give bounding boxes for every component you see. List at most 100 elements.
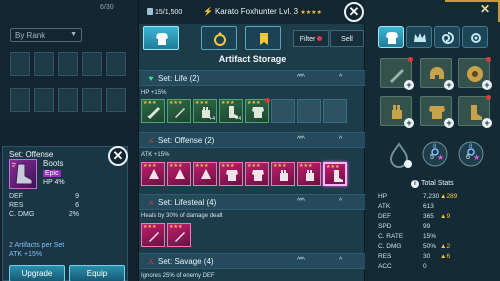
bolt-icon: ⚡: [203, 7, 213, 16]
armor-icon: [156, 33, 168, 45]
collapse-icon[interactable]: ^: [339, 198, 342, 205]
set-header-savage[interactable]: ⚔ Set: Savage (4) ^^^ ^: [139, 253, 366, 269]
sort-icon[interactable]: ^^^: [297, 74, 305, 81]
storage-close-button[interactable]: ✕: [344, 2, 364, 22]
set-header-life[interactable]: ♥ Set: Life (2) ^^^ ^: [139, 70, 366, 86]
artifact-slot[interactable]: ★★★ +4: [193, 99, 217, 123]
collapse-icon[interactable]: ^: [339, 257, 342, 264]
stat-bonus: ▲2: [440, 243, 451, 250]
gloves-slot[interactable]: +: [380, 96, 414, 128]
set-bonus-text: ATK +15%: [141, 152, 170, 158]
stat-value: 0: [423, 263, 427, 270]
filter-button[interactable]: Filter: [293, 30, 329, 47]
boots-slot[interactable]: +: [458, 95, 492, 128]
background-champion-slot[interactable]: [82, 52, 102, 76]
frame-corner: [445, 0, 500, 22]
artifact-slot[interactable]: ★★★: [141, 99, 165, 123]
tab-ring[interactable]: [201, 26, 237, 50]
set-name-text: Set: Offense (2): [158, 136, 215, 145]
artifact-slot[interactable]: ★★★: [167, 223, 191, 247]
artifact-slot[interactable]: ★★★: [167, 162, 191, 186]
artifact-slot[interactable]: ★★★: [141, 162, 165, 186]
weapon-slot[interactable]: +: [380, 57, 414, 90]
card-close-button[interactable]: ✕: [108, 146, 128, 166]
collapse-icon[interactable]: ^: [339, 136, 342, 143]
background-champion-slot[interactable]: [10, 88, 30, 112]
background-champion-slot[interactable]: [106, 88, 126, 112]
alert-dot-icon: [265, 98, 270, 103]
tab-banner[interactable]: [245, 26, 281, 50]
background-champion-slot[interactable]: [34, 88, 54, 112]
background-champion-slot[interactable]: [82, 88, 102, 112]
set-header-offense[interactable]: ⚔ Set: Offense (2) ^^^ ^: [139, 132, 366, 148]
helmet-icon: [175, 169, 185, 179]
champion-label: ⚡ Karato Foxhunter Lvl. 3 ★★★★: [203, 7, 322, 16]
stat-row: SPD 99: [378, 223, 458, 230]
selected-artifact-slot[interactable]: ★★★: [323, 162, 347, 186]
artifact-slot[interactable]: ★★★: [167, 99, 191, 123]
stat-row: ACC 0: [378, 263, 458, 270]
accessory-slot[interactable]: [384, 140, 414, 170]
chestplate-slot[interactable]: +: [420, 96, 454, 128]
artifact-slot[interactable]: ★★★ +4: [219, 99, 243, 123]
sort-icon[interactable]: ^^^: [297, 257, 305, 264]
sell-button[interactable]: Sell: [330, 30, 364, 47]
artifact-slot[interactable]: ★★★: [219, 162, 243, 186]
set-requirement-note: 2 Artifacts per Set: [9, 242, 65, 249]
tab-skills[interactable]: [434, 26, 460, 48]
stat-name: SPD: [378, 223, 392, 230]
collapse-icon[interactable]: ^: [339, 74, 342, 81]
storage-count: 15/1,500: [147, 8, 182, 16]
artifact-slot[interactable]: ★★★: [271, 162, 295, 186]
card-item-name: Boots: [43, 159, 64, 168]
sort-icon[interactable]: ^^^: [297, 198, 305, 205]
background-champion-slot[interactable]: [58, 88, 78, 112]
stat-row: DEF 365 ▲9: [378, 213, 458, 220]
background-champion-slot[interactable]: [34, 52, 54, 76]
stat-name: C. DMG: [378, 243, 402, 250]
tab-armor[interactable]: [143, 26, 179, 50]
alert-dot-icon: [486, 57, 491, 62]
artifact-slot[interactable]: ★★★: [297, 162, 321, 186]
artifact-slot[interactable]: ★★★: [245, 98, 270, 123]
tab-settings[interactable]: [462, 26, 488, 48]
set-bonus-text: Heals by 30% of damage dealt: [141, 213, 223, 219]
sword-icon: ⚔: [147, 136, 155, 145]
stat-name: ACC: [378, 263, 392, 270]
rarity-badge: Epic: [43, 170, 61, 177]
banner-slot[interactable]: 6 ★ 8: [456, 140, 486, 170]
stat-bonus: ▲9: [440, 213, 451, 220]
sort-icon[interactable]: ^^^: [297, 136, 305, 143]
stat-row: C. DMG 50% ▲2: [378, 243, 458, 250]
empty-artifact-slot[interactable]: [297, 99, 321, 123]
total-stats-header[interactable]: i Total Stats: [411, 180, 454, 188]
empty-artifact-slot[interactable]: [323, 99, 347, 123]
sword-icon: ⚔: [147, 198, 155, 207]
artifact-slot[interactable]: ★★★: [141, 223, 165, 247]
helmet-icon: [149, 169, 159, 179]
set-header-lifesteal[interactable]: ⚔ Set: Lifesteal (4) ^^^ ^: [139, 194, 366, 210]
ring-icon: [214, 32, 226, 46]
tab-masteries[interactable]: [406, 26, 432, 48]
empty-artifact-slot[interactable]: [271, 99, 295, 123]
tab-gear[interactable]: [378, 26, 404, 48]
artifact-slot[interactable]: ★★★: [193, 162, 217, 186]
set-bonus-text: Ignores 25% of enemy DEF: [141, 273, 215, 279]
equip-button[interactable]: Equip: [69, 265, 125, 281]
helmet-slot[interactable]: +: [420, 58, 454, 90]
stat-row: HP 7,230 ▲289: [378, 193, 458, 200]
upgrade-button[interactable]: Upgrade: [9, 265, 65, 281]
background-champion-slot[interactable]: [106, 52, 126, 76]
background-champion-slot[interactable]: [58, 52, 78, 76]
stat-bonus-value: 289: [446, 193, 458, 200]
swirl-icon: [441, 32, 454, 44]
sort-dropdown-value: By Rank: [15, 31, 46, 40]
shield-slot[interactable]: +: [458, 57, 492, 90]
card-substat-value: 6: [75, 202, 79, 209]
artifact-slot[interactable]: ★★★: [245, 162, 269, 186]
close-icon[interactable]: ✕: [480, 2, 490, 16]
sort-dropdown[interactable]: By Rank ▼: [10, 28, 82, 42]
background-champion-slot[interactable]: [10, 52, 30, 76]
ring-slot[interactable]: 5 ★ 8: [420, 140, 450, 170]
stat-value: 30: [423, 253, 431, 260]
